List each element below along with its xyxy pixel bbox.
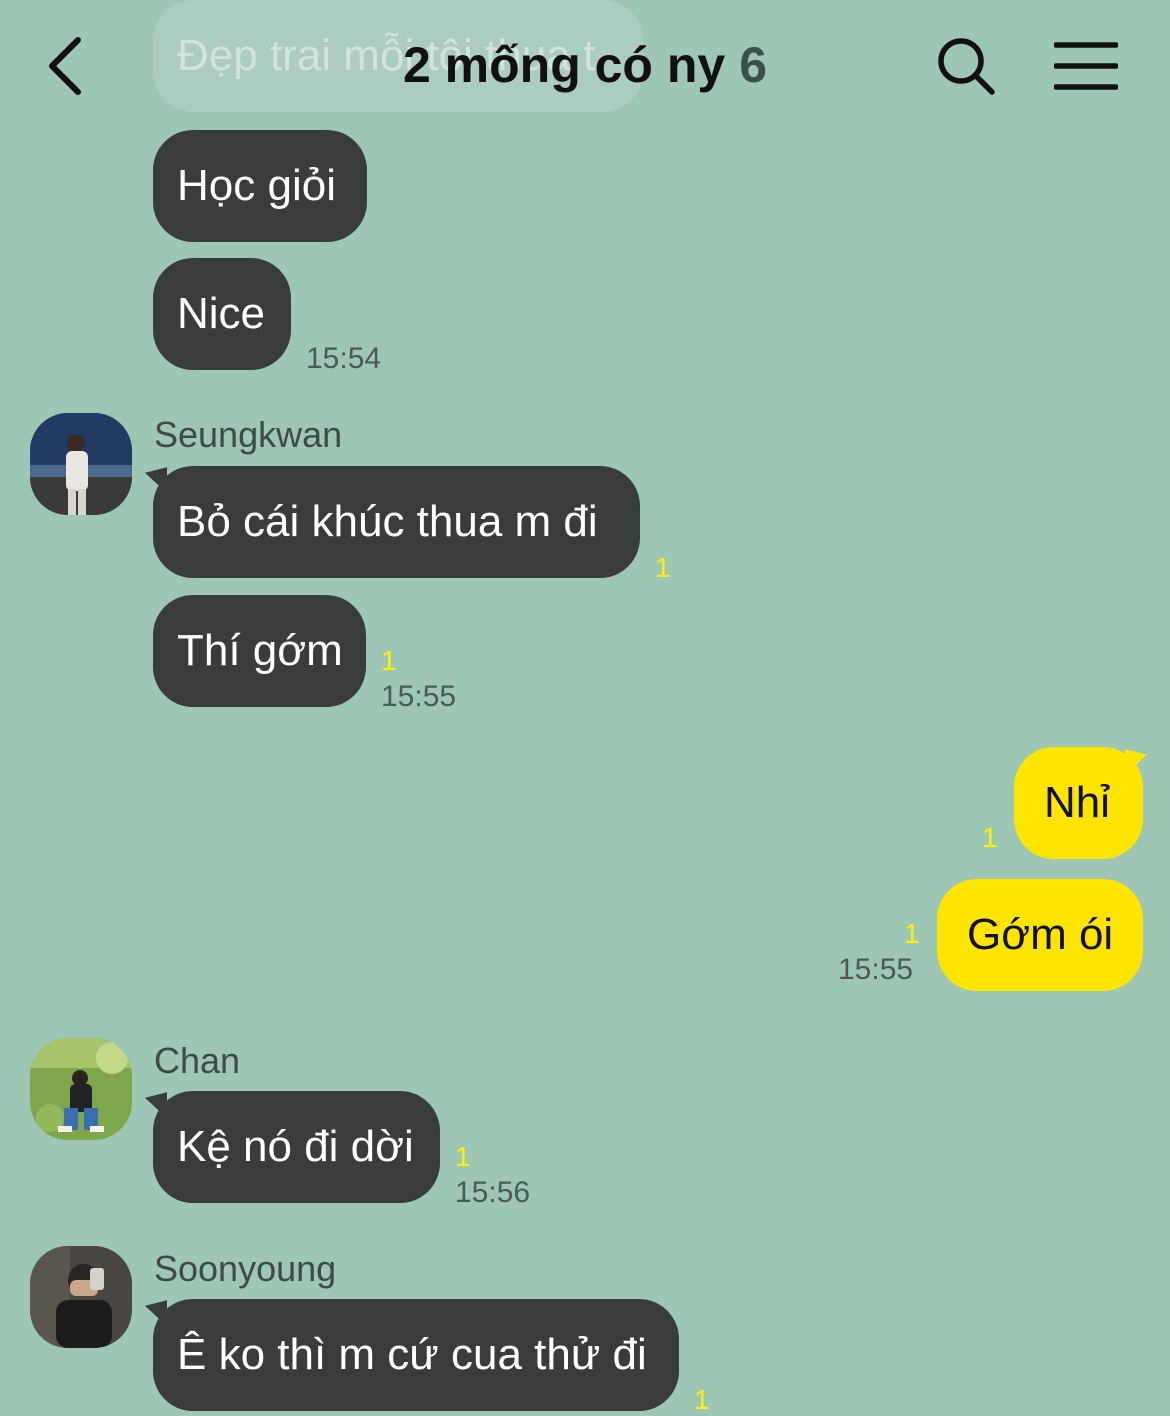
- avatar-photo-icon: [30, 1246, 132, 1348]
- unread-count: 1: [381, 645, 397, 676]
- unread-count: 1: [694, 1384, 710, 1415]
- message-bubble[interactable]: Học giỏi: [153, 130, 367, 242]
- unread-count: 1: [655, 552, 671, 583]
- my-message-bubble[interactable]: Nhỉ: [1014, 747, 1143, 859]
- message-text: Gớm ói: [967, 910, 1114, 959]
- message-bubble[interactable]: Bỏ cái khúc thua m đi: [153, 466, 640, 578]
- search-icon: [938, 38, 995, 95]
- message-text: Nice: [177, 289, 266, 338]
- message-bubble[interactable]: Nice: [153, 258, 291, 370]
- avatar-chan[interactable]: [30, 1038, 132, 1140]
- menu-button[interactable]: [1053, 40, 1119, 92]
- sender-name: Seungkwan: [154, 414, 343, 455]
- avatar-photo-icon: [30, 1038, 132, 1140]
- sender-name: Soonyoung: [154, 1248, 337, 1289]
- message-time: 15:56: [455, 1176, 531, 1209]
- message-time: 15:54: [306, 342, 382, 375]
- hamburger-menu-icon: [1053, 42, 1119, 90]
- message-bubble[interactable]: Kệ nó đi dời: [153, 1091, 440, 1203]
- avatar-soonyoung[interactable]: [30, 1246, 132, 1348]
- message-time: 15:55: [838, 953, 914, 986]
- avatar-seungkwan[interactable]: [30, 413, 132, 515]
- unread-count: 1: [455, 1141, 471, 1172]
- message-text: Nhỉ: [1044, 778, 1111, 827]
- message-text: Kệ nó đi dời: [177, 1122, 414, 1171]
- search-button[interactable]: [934, 34, 998, 98]
- chat-header: 2 mống có ny 6: [0, 0, 1170, 130]
- message-text: Học giỏi: [177, 161, 336, 210]
- unread-count: 1: [982, 822, 998, 853]
- member-count: 6: [739, 37, 768, 93]
- sender-name: Chan: [154, 1040, 241, 1081]
- message-text: Bỏ cái khúc thua m đi: [177, 497, 598, 546]
- chat-room-name: 2 mống có ny: [402, 37, 726, 93]
- chat-area: Đẹp trai mỗi tội thua t Học giỏi Nice 15…: [0, 0, 1170, 1415]
- unread-count: 1: [904, 918, 920, 949]
- message-bubble[interactable]: Ê ko thì m cứ cua thử đi: [153, 1299, 679, 1411]
- message-time: 15:55: [381, 680, 457, 713]
- my-message-bubble[interactable]: Gớm ói: [937, 879, 1143, 991]
- message-text: Ê ko thì m cứ cua thử đi: [177, 1330, 647, 1379]
- message-text: Thí gớm: [177, 626, 343, 675]
- message-bubble[interactable]: Thí gớm: [153, 595, 366, 707]
- avatar-photo-icon: [30, 413, 132, 515]
